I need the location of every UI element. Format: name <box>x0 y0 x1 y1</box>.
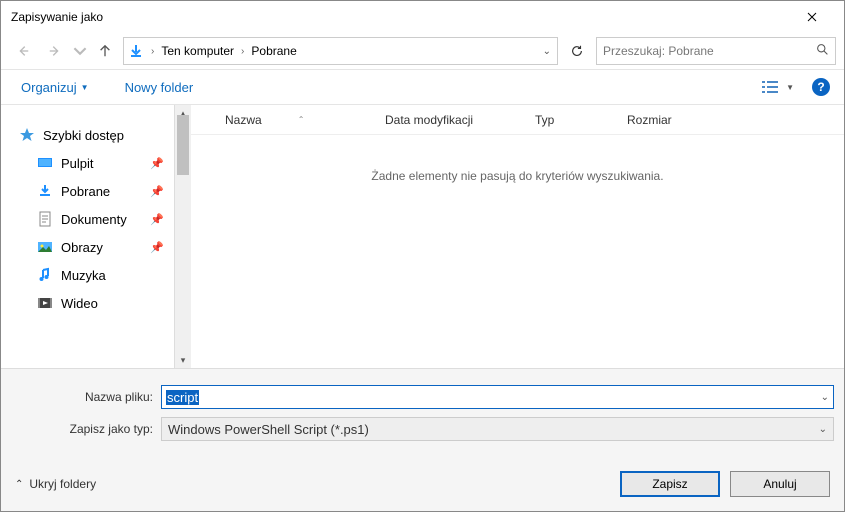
column-type[interactable]: Typ <box>525 113 617 127</box>
pin-icon: 📌 <box>150 157 164 170</box>
organize-label: Organizuj <box>21 80 77 95</box>
back-button[interactable] <box>9 37 37 65</box>
filetype-label: Zapisz jako typ: <box>11 422 161 436</box>
star-icon <box>19 127 35 143</box>
scroll-down-icon[interactable]: ▾ <box>175 352 191 368</box>
sidebar-item-music[interactable]: Muzyka <box>1 261 174 289</box>
save-form: Nazwa pliku: script ⌄ Zapisz jako typ: W… <box>1 369 844 455</box>
chevron-down-icon[interactable]: ⌄ <box>819 424 827 435</box>
address-dropdown[interactable]: ⌄ <box>537 46 557 57</box>
column-name[interactable]: Nazwa ⌃ <box>215 113 375 127</box>
main-area: Szybki dostęp Pulpit 📌 Pobrane 📌 Dokumen… <box>1 105 844 369</box>
sidebar-scrollbar[interactable]: ▴ ▾ <box>174 105 191 368</box>
view-icon <box>762 80 778 94</box>
hide-folders-label: Ukryj foldery <box>29 477 96 491</box>
sidebar-item-label: Pulpit <box>61 156 94 171</box>
navigation-pane: Szybki dostęp Pulpit 📌 Pobrane 📌 Dokumen… <box>1 105 191 368</box>
empty-state-message: Żadne elementy nie pasują do kryteriów w… <box>191 135 844 368</box>
address-bar[interactable]: › Ten komputer › Pobrane ⌄ <box>123 37 558 65</box>
column-date[interactable]: Data modyfikacji <box>375 113 525 127</box>
filename-label: Nazwa pliku: <box>11 390 161 404</box>
column-size[interactable]: Rozmiar <box>617 113 717 127</box>
sidebar-item-videos[interactable]: Wideo <box>1 289 174 317</box>
chevron-right-icon: › <box>148 46 157 57</box>
downloads-icon <box>124 43 148 59</box>
pin-icon: 📌 <box>150 241 164 254</box>
close-icon <box>807 12 817 22</box>
file-list-pane: Nazwa ⌃ Data modyfikacji Typ Rozmiar Żad… <box>191 105 844 368</box>
pin-icon: 📌 <box>150 213 164 226</box>
arrow-right-icon <box>48 44 62 58</box>
sidebar-item-downloads[interactable]: Pobrane 📌 <box>1 177 174 205</box>
filetype-select[interactable]: Windows PowerShell Script (*.ps1) ⌄ <box>161 417 834 441</box>
sidebar-item-pictures[interactable]: Obrazy 📌 <box>1 233 174 261</box>
chevron-up-icon: ⌃ <box>15 479 23 490</box>
recent-dropdown[interactable] <box>73 37 87 65</box>
sidebar-item-label: Muzyka <box>61 268 106 283</box>
arrow-left-icon <box>16 44 30 58</box>
sidebar-item-label: Obrazy <box>61 240 103 255</box>
column-headers: Nazwa ⌃ Data modyfikacji Typ Rozmiar <box>191 105 844 135</box>
help-icon: ? <box>817 80 824 94</box>
filetype-value: Windows PowerShell Script (*.ps1) <box>168 422 369 437</box>
title-bar: Zapisywanie jako <box>1 1 844 33</box>
document-icon <box>37 211 53 227</box>
view-options-button[interactable]: ▼ <box>758 76 798 98</box>
pictures-icon <box>37 239 53 255</box>
search-input[interactable]: Przeszukaj: Pobrane <box>596 37 836 65</box>
cancel-button[interactable]: Anuluj <box>730 471 830 497</box>
downloads-icon <box>37 183 53 199</box>
chevron-right-icon: › <box>238 46 247 57</box>
organize-menu[interactable]: Organizuj ▼ <box>15 76 95 99</box>
sort-caret-icon: ⌃ <box>298 115 305 124</box>
up-button[interactable] <box>91 37 119 65</box>
pin-icon: 📌 <box>150 185 164 198</box>
sidebar-item-documents[interactable]: Dokumenty 📌 <box>1 205 174 233</box>
nav-row: › Ten komputer › Pobrane ⌄ Przeszukaj: P… <box>1 33 844 69</box>
hide-folders-toggle[interactable]: ⌃ Ukryj foldery <box>15 477 96 491</box>
search-icon <box>816 43 829 59</box>
chevron-down-icon: ▼ <box>786 83 794 92</box>
refresh-icon <box>570 44 584 58</box>
chevron-down-icon <box>73 44 87 58</box>
breadcrumb-root[interactable]: Ten komputer <box>157 44 238 58</box>
chevron-down-icon[interactable]: ⌄ <box>821 392 829 403</box>
help-button[interactable]: ? <box>812 78 830 96</box>
arrow-up-icon <box>98 44 112 58</box>
refresh-button[interactable] <box>562 37 592 65</box>
save-button[interactable]: Zapisz <box>620 471 720 497</box>
window-title: Zapisywanie jako <box>11 10 790 24</box>
sidebar-item-label: Dokumenty <box>61 212 127 227</box>
search-placeholder: Przeszukaj: Pobrane <box>603 44 714 58</box>
video-icon <box>37 295 53 311</box>
close-button[interactable] <box>790 2 834 32</box>
sidebar-item-label: Szybki dostęp <box>43 128 124 143</box>
scroll-thumb[interactable] <box>177 115 189 175</box>
filename-input[interactable]: script ⌄ <box>161 385 834 409</box>
forward-button[interactable] <box>41 37 69 65</box>
music-icon <box>37 267 53 283</box>
sidebar-item-desktop[interactable]: Pulpit 📌 <box>1 149 174 177</box>
sidebar-item-quick-access[interactable]: Szybki dostęp <box>1 121 174 149</box>
breadcrumb-folder[interactable]: Pobrane <box>247 44 300 58</box>
new-folder-label: Nowy folder <box>125 80 194 95</box>
sidebar-item-label: Wideo <box>61 296 98 311</box>
new-folder-button[interactable]: Nowy folder <box>119 76 200 99</box>
desktop-icon <box>37 155 53 171</box>
filename-value: script <box>166 390 199 405</box>
dialog-footer: ⌃ Ukryj foldery Zapisz Anuluj <box>1 455 844 511</box>
chevron-down-icon: ▼ <box>81 83 89 92</box>
sidebar-item-label: Pobrane <box>61 184 110 199</box>
command-bar: Organizuj ▼ Nowy folder ▼ ? <box>1 69 844 105</box>
